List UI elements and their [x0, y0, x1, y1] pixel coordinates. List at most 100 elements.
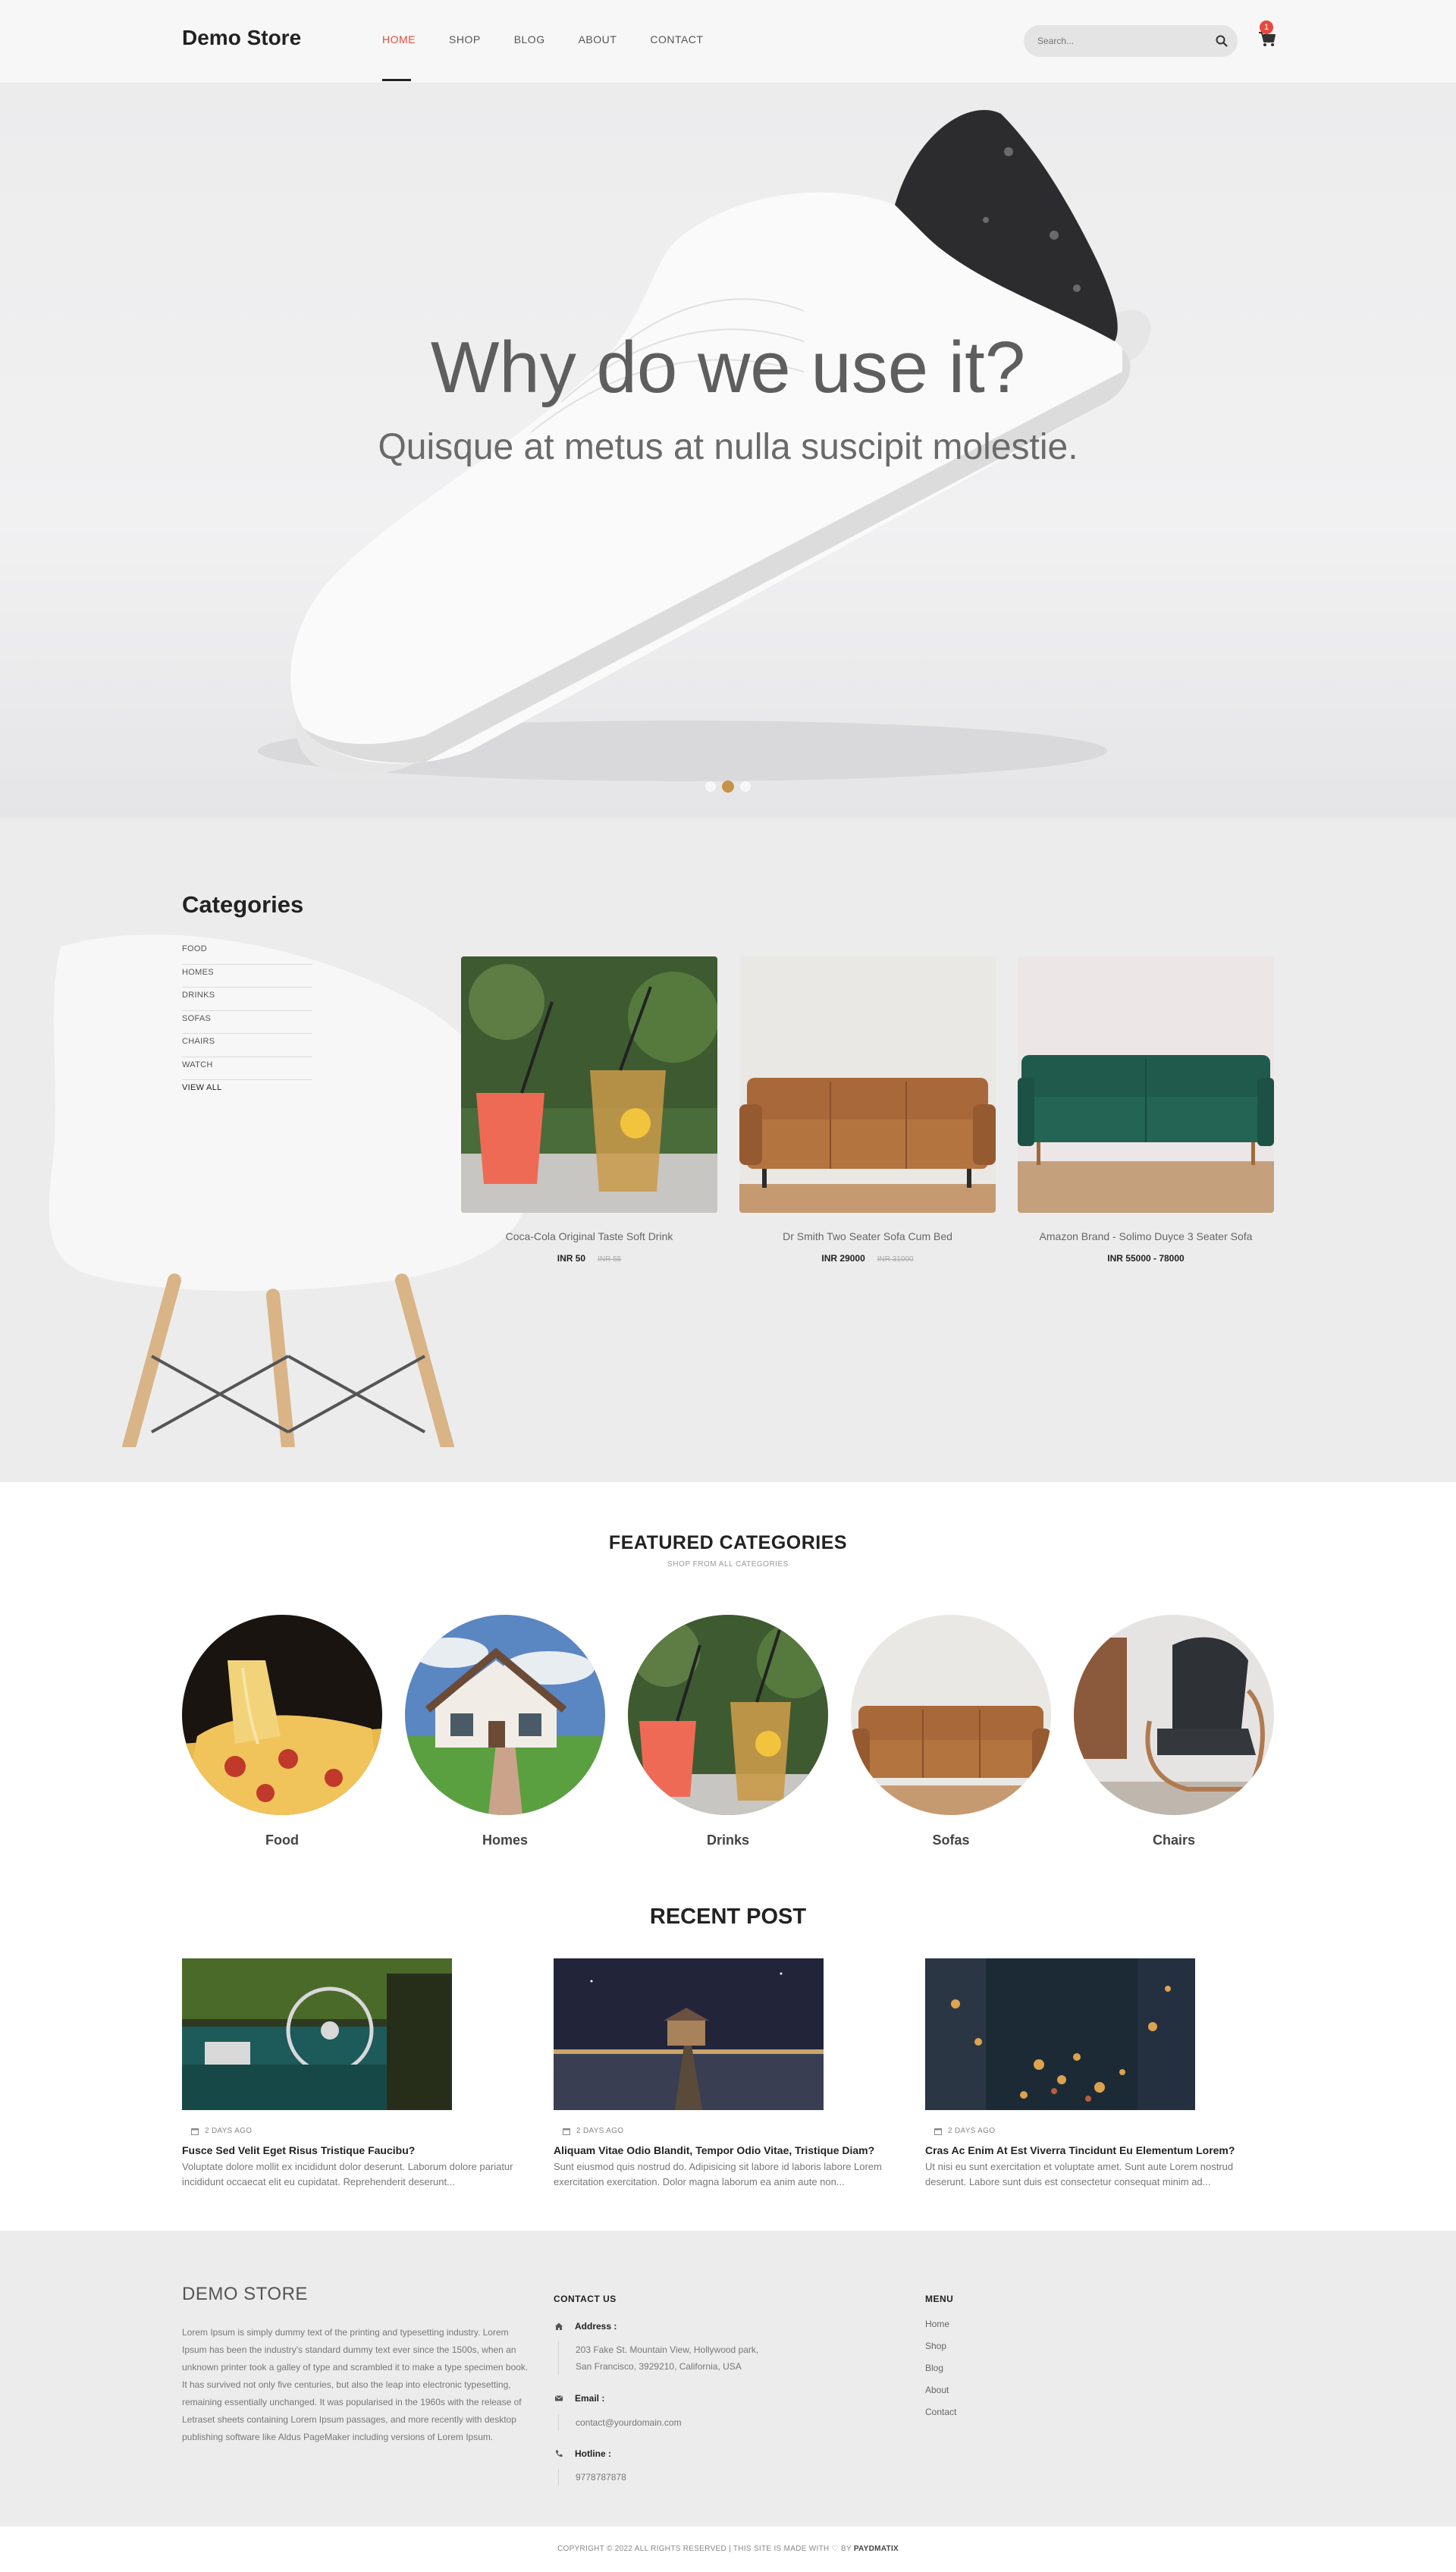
footer-menu-blog[interactable]: Blog — [925, 2363, 956, 2385]
post-title[interactable]: Aliquam Vitae Odio Blandit, Tempor Odio … — [554, 2144, 899, 2156]
footer-menu: Home Shop Blog About Contact — [925, 2319, 956, 2429]
featured-image-chairs[interactable] — [1074, 1615, 1274, 1815]
product-price: INR 50 INR 55 — [461, 1253, 717, 1264]
product-name[interactable]: Dr Smith Two Seater Sofa Cum Bed — [739, 1230, 996, 1242]
footer-about-text: Lorem Ipsum is simply dummy text of the … — [182, 2327, 529, 2442]
copyright-brand[interactable]: PAYDMATIX — [854, 2545, 899, 2553]
slider-dot-active[interactable] — [722, 780, 734, 793]
calendar-icon — [191, 2128, 199, 2135]
site-footer: DEMO STORE Lorem Ipsum is simply dummy t… — [0, 2231, 1456, 2526]
site-logo[interactable]: Demo Store — [182, 26, 301, 50]
featured-image-food[interactable] — [182, 1615, 382, 1815]
email-value[interactable]: contact@yourdomain.com — [558, 2414, 682, 2431]
hero-subtitle: Quisque at metus at nulla suscipit moles… — [378, 427, 1078, 467]
footer-menu-title: MENU — [925, 2294, 954, 2304]
nav-about[interactable]: ABOUT — [579, 33, 617, 46]
post-image-car[interactable] — [182, 1958, 452, 2110]
heart-icon: ♡ — [831, 2545, 839, 2553]
post-date-text: 2 DAYS AGO — [205, 2127, 253, 2135]
email-icon — [554, 2395, 563, 2401]
post-title[interactable]: Fusce Sed Velit Eget Risus Tristique Fau… — [182, 2144, 527, 2156]
product-price: INR 29000 INR 31000 — [739, 1253, 996, 1264]
featured-category-drinks[interactable]: Drinks — [628, 1615, 828, 1848]
featured-label[interactable]: Drinks — [628, 1832, 828, 1848]
post-excerpt: Sunt eiusmod quis nostrud do. Adipisicin… — [554, 2161, 882, 2187]
categories-section: Categories FOOD HOMES DRINKS SOFAS CHAIR… — [0, 818, 1456, 1482]
featured-category-food[interactable]: Food — [182, 1615, 382, 1848]
product-card[interactable]: Coca-Cola Original Taste Soft Drink INR … — [461, 956, 717, 1264]
blog-post-card[interactable]: 2 DAYS AGO Fusce Sed Velit Eget Risus Tr… — [182, 1958, 527, 2190]
footer-menu-contact[interactable]: Contact — [925, 2407, 956, 2429]
featured-category-homes[interactable]: Homes — [405, 1615, 605, 1848]
search-input[interactable] — [1024, 25, 1238, 57]
featured-category-sofas[interactable]: Sofas — [851, 1615, 1051, 1848]
home-icon — [555, 2322, 563, 2330]
featured-title: FEATURED CATEGORIES — [608, 1532, 848, 1553]
address-label: Address : — [575, 2321, 617, 2332]
product-name[interactable]: Coca-Cola Original Taste Soft Drink — [461, 1230, 717, 1242]
old-price: INR 55 — [598, 1255, 622, 1264]
product-image-drinks[interactable] — [461, 956, 717, 1213]
product-name[interactable]: Amazon Brand - Solimo Duyce 3 Seater Sof… — [1018, 1230, 1274, 1242]
featured-image-drinks[interactable] — [628, 1615, 828, 1815]
hotline-value[interactable]: 9778787878 — [558, 2469, 626, 2486]
footer-brand: DEMO STORE — [182, 2284, 308, 2304]
post-date-text: 2 DAYS AGO — [576, 2127, 624, 2135]
post-date: 2 DAYS AGO — [182, 2127, 527, 2135]
product-image-sofa[interactable] — [739, 956, 996, 1213]
search-icon[interactable] — [1214, 33, 1229, 49]
post-date-text: 2 DAYS AGO — [948, 2127, 996, 2135]
blog-post-card[interactable]: 2 DAYS AGO Cras Ac Enim At Est Viverra T… — [925, 1958, 1270, 2190]
footer-menu-home[interactable]: Home — [925, 2319, 956, 2341]
address-line-2: San Francisco, 3929210, California, USA — [576, 2361, 742, 2372]
old-price: INR 31000 — [877, 1255, 914, 1264]
post-date: 2 DAYS AGO — [925, 2127, 1270, 2135]
copyright-bar: COPYRIGHT © 2022 ALL RIGHTS RESERVED | T… — [0, 2526, 1456, 2572]
current-price: INR 55000 - 78000 — [1107, 1253, 1185, 1264]
category-item-food[interactable]: FOOD — [182, 941, 312, 965]
nav-active-indicator — [382, 79, 411, 81]
category-item-watch[interactable]: WATCH — [182, 1057, 312, 1080]
nav-contact[interactable]: CONTACT — [650, 33, 703, 46]
featured-image-sofas[interactable] — [851, 1615, 1051, 1815]
nav-shop[interactable]: SHOP — [449, 33, 481, 46]
featured-label[interactable]: Food — [182, 1832, 382, 1848]
nav-blog[interactable]: BLOG — [514, 33, 545, 46]
featured-label[interactable]: Sofas — [851, 1832, 1051, 1848]
hero-title: Why do we use it? — [430, 327, 1026, 408]
slider-dot[interactable] — [705, 781, 716, 792]
product-card[interactable]: Amazon Brand - Solimo Duyce 3 Seater Sof… — [1018, 956, 1274, 1264]
category-item-drinks[interactable]: DRINKS — [182, 988, 312, 1011]
footer-menu-shop[interactable]: Shop — [925, 2341, 956, 2363]
hotline-label: Hotline : — [575, 2448, 611, 2459]
category-item-sofas[interactable]: SOFAS — [182, 1011, 312, 1034]
post-date: 2 DAYS AGO — [554, 2127, 899, 2135]
footer-menu-about[interactable]: About — [925, 2385, 956, 2407]
category-item-homes[interactable]: HOMES — [182, 965, 312, 988]
featured-image-homes[interactable] — [405, 1615, 605, 1815]
phone-icon — [555, 2450, 563, 2457]
nav-home[interactable]: HOME — [382, 33, 416, 46]
categories-title: Categories — [182, 891, 304, 918]
slider-dot[interactable] — [740, 781, 751, 792]
post-image-city-night[interactable] — [925, 1958, 1195, 2110]
address-line-1: 203 Fake St. Mountain View, Hollywood pa… — [576, 2344, 759, 2355]
recent-post-title: RECENT POST — [649, 1905, 807, 1929]
blog-post-card[interactable]: 2 DAYS AGO Aliquam Vitae Odio Blandit, T… — [554, 1958, 899, 2190]
product-image-green-sofa[interactable] — [1018, 956, 1274, 1213]
post-title[interactable]: Cras Ac Enim At Est Viverra Tincidunt Eu… — [925, 2144, 1270, 2156]
featured-label[interactable]: Homes — [405, 1832, 605, 1848]
post-excerpt: Ut nisi eu sunt exercitation et voluptat… — [925, 2161, 1234, 2187]
featured-label[interactable]: Chairs — [1074, 1832, 1274, 1848]
current-price: INR 29000 — [821, 1253, 865, 1264]
post-image-pier[interactable] — [554, 1958, 824, 2110]
calendar-icon — [563, 2128, 570, 2135]
featured-subtitle: SHOP FROM ALL CATEGORIES — [667, 1560, 789, 1569]
category-view-all[interactable]: VIEW ALL — [182, 1080, 312, 1104]
cart-count-badge: 1 — [1260, 20, 1273, 34]
product-card[interactable]: Dr Smith Two Seater Sofa Cum Bed INR 290… — [739, 956, 996, 1264]
category-item-chairs[interactable]: CHAIRS — [182, 1034, 312, 1057]
featured-category-chairs[interactable]: Chairs — [1074, 1615, 1274, 1848]
post-excerpt: Voluptate dolore mollit ex incididunt do… — [182, 2161, 513, 2187]
copyright-by: BY — [840, 2545, 852, 2553]
